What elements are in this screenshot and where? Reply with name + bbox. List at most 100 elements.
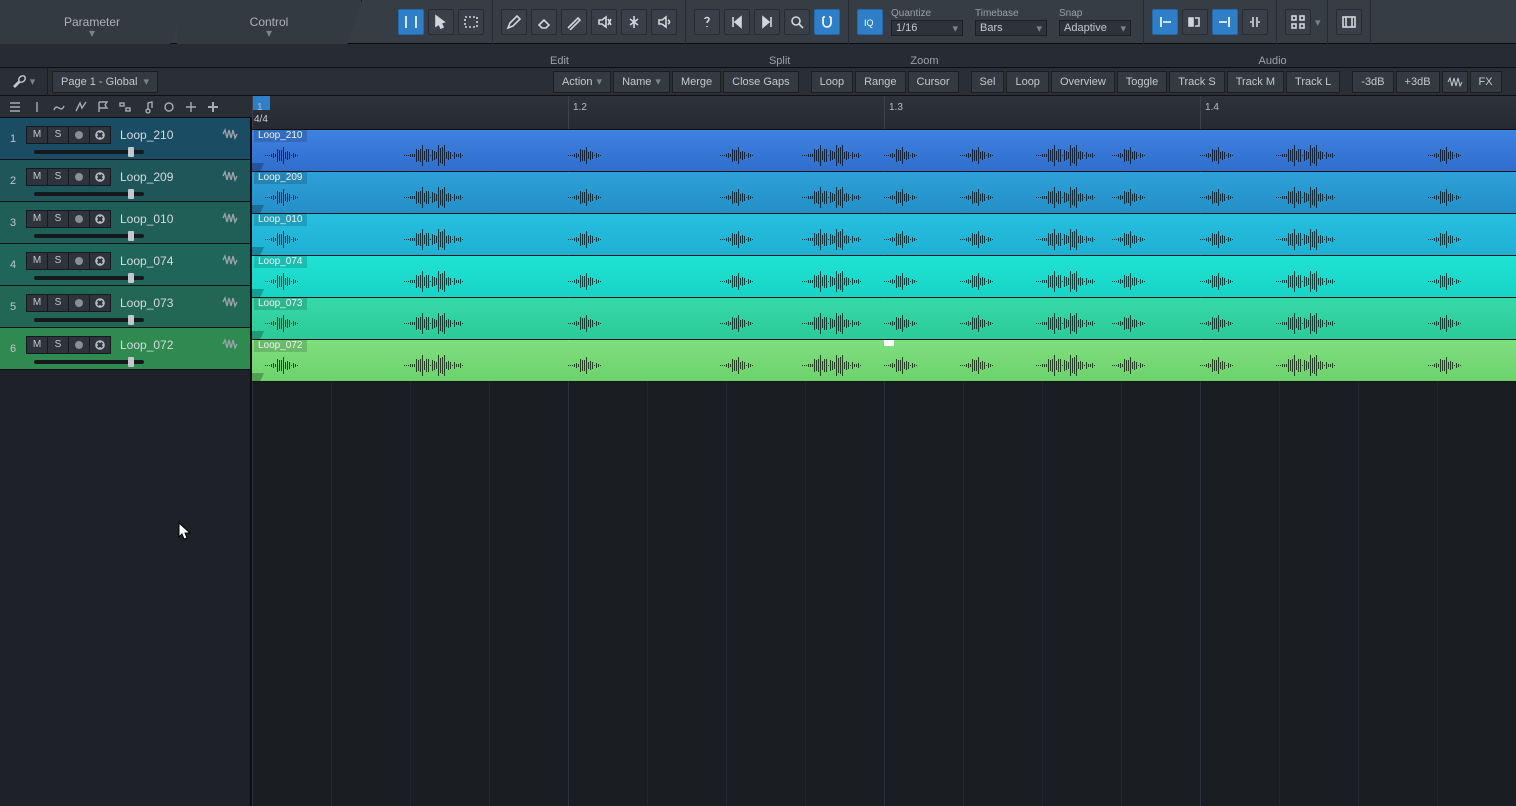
automation-icon[interactable] xyxy=(48,98,70,116)
tool-iq-button[interactable]: IQ xyxy=(857,9,883,35)
solo-button[interactable]: S xyxy=(47,126,69,144)
track-row[interactable]: 2MSLoop_209 xyxy=(0,160,250,202)
audio-fx-btn[interactable]: FX xyxy=(1470,71,1502,93)
mute-button[interactable]: M xyxy=(26,168,48,186)
mute-button[interactable]: M xyxy=(26,210,48,228)
monitor-button[interactable] xyxy=(89,210,111,228)
quantize-dropdown[interactable]: Quantize 1/16▾ xyxy=(885,0,969,44)
tool-skip-start[interactable] xyxy=(724,9,750,35)
circle-icon[interactable] xyxy=(158,98,180,116)
audio-clip[interactable]: Loop_072 xyxy=(252,340,1516,381)
track-name[interactable]: Loop_072 xyxy=(120,338,173,352)
tab-control[interactable]: Control ▾ xyxy=(177,0,362,44)
zoom-loop-btn[interactable]: Loop xyxy=(1006,71,1048,93)
track-fader[interactable] xyxy=(34,276,144,280)
track-row[interactable]: 6MSLoop_072 xyxy=(0,328,250,370)
record-arm-button[interactable] xyxy=(68,336,90,354)
list-icon[interactable] xyxy=(4,98,26,116)
clip-lane[interactable]: Loop_072 xyxy=(252,340,1516,382)
tool-split[interactable] xyxy=(621,9,647,35)
action-btn[interactable]: Action▾ xyxy=(553,71,611,93)
monitor-button[interactable] xyxy=(89,168,111,186)
track-fader[interactable] xyxy=(34,192,144,196)
zoom-overview-btn[interactable]: Overview xyxy=(1051,71,1115,93)
envelope-icon[interactable] xyxy=(70,98,92,116)
split-range-btn[interactable]: Range xyxy=(855,71,905,93)
track-fader[interactable] xyxy=(34,150,144,154)
record-arm-button[interactable] xyxy=(68,168,90,186)
record-arm-button[interactable] xyxy=(68,294,90,312)
track-fader[interactable] xyxy=(34,234,144,238)
tool-pencil[interactable] xyxy=(501,9,527,35)
split-loop-btn[interactable]: Loop xyxy=(811,71,853,93)
tool-skip-end[interactable] xyxy=(754,9,780,35)
tool-mute[interactable] xyxy=(591,9,617,35)
audio-clip[interactable]: Loop_209 xyxy=(252,172,1516,213)
flag-icon[interactable] xyxy=(92,98,114,116)
track-name[interactable]: Loop_210 xyxy=(120,128,173,142)
audio-clip[interactable]: Loop_074 xyxy=(252,256,1516,297)
monitor-button[interactable] xyxy=(89,294,111,312)
clip-lane[interactable]: Loop_074 xyxy=(252,256,1516,298)
track-row[interactable]: 1MSLoop_210 xyxy=(0,118,250,160)
clip-lane[interactable]: Loop_210 xyxy=(252,130,1516,172)
clip-lane[interactable]: Loop_010 xyxy=(252,214,1516,256)
tool-listen[interactable] xyxy=(651,9,677,35)
zoom-toggle-btn[interactable]: Toggle xyxy=(1117,71,1167,93)
name-btn[interactable]: Name▾ xyxy=(613,71,670,93)
solo-button[interactable]: S xyxy=(47,336,69,354)
tool-help-icon[interactable] xyxy=(694,9,720,35)
zoom-trackm-btn[interactable]: Track M xyxy=(1227,71,1284,93)
audio-clip[interactable]: Loop_210 xyxy=(252,130,1516,171)
mute-button[interactable]: M xyxy=(26,126,48,144)
audio-minus3-btn[interactable]: -3dB xyxy=(1352,71,1393,93)
monitor-button[interactable] xyxy=(89,252,111,270)
monitor-button[interactable] xyxy=(89,336,111,354)
tool-autoscroll-off[interactable] xyxy=(1242,9,1268,35)
tool-arrow[interactable] xyxy=(428,9,454,35)
mute-button[interactable]: M xyxy=(26,336,48,354)
track-row[interactable]: 5MSLoop_073 xyxy=(0,286,250,328)
tab-parameter[interactable]: Parameter ▾ xyxy=(0,0,185,44)
tool-marquee[interactable] xyxy=(458,9,484,35)
track-name[interactable]: Loop_209 xyxy=(120,170,173,184)
tool-autoscroll-cursor[interactable] xyxy=(1212,9,1238,35)
track-row[interactable]: 4MSLoop_074 xyxy=(0,244,250,286)
tool-grid-icon[interactable] xyxy=(1285,9,1311,35)
arranger-lane-area[interactable]: 4/4 11.21.31.4 Loop_210Loop_209Loop_010L… xyxy=(252,96,1516,806)
record-arm-button[interactable] xyxy=(68,252,90,270)
tool-paint[interactable] xyxy=(561,9,587,35)
arrows-icon[interactable] xyxy=(180,98,202,116)
track-row[interactable]: 3MSLoop_010 xyxy=(0,202,250,244)
record-arm-button[interactable] xyxy=(68,126,90,144)
audio-clip[interactable]: Loop_073 xyxy=(252,298,1516,339)
tool-zoom-icon[interactable] xyxy=(784,9,810,35)
tool-range[interactable] xyxy=(398,9,424,35)
record-arm-button[interactable] xyxy=(68,210,90,228)
page-selector[interactable]: Page 1 - Global▾ xyxy=(52,71,158,93)
plus-icon[interactable] xyxy=(202,98,224,116)
split-cursor-btn[interactable]: Cursor xyxy=(908,71,959,93)
close-gaps-btn[interactable]: Close Gaps xyxy=(723,71,798,93)
audio-clip[interactable]: Loop_010 xyxy=(252,214,1516,255)
monitor-button[interactable] xyxy=(89,126,111,144)
track-name[interactable]: Loop_010 xyxy=(120,212,173,226)
zoom-tracks-btn[interactable]: Track S xyxy=(1169,71,1225,93)
timeline-ruler[interactable]: 4/4 11.21.31.4 xyxy=(252,96,1516,130)
note-icon[interactable] xyxy=(136,98,158,116)
audio-wave-icon[interactable] xyxy=(1442,71,1468,93)
chevron-down-icon[interactable]: ▾ xyxy=(1315,16,1321,29)
zoom-sel-btn[interactable]: Sel xyxy=(971,71,1005,93)
zoom-trackl-btn[interactable]: Track L xyxy=(1286,71,1340,93)
marker-icon[interactable] xyxy=(26,98,48,116)
mute-button[interactable]: M xyxy=(26,252,48,270)
audio-plus3-btn[interactable]: +3dB xyxy=(1396,71,1440,93)
clip-lane[interactable]: Loop_209 xyxy=(252,172,1516,214)
tool-autoscroll-mid[interactable] xyxy=(1182,9,1208,35)
tool-autoscroll-start[interactable] xyxy=(1152,9,1178,35)
solo-button[interactable]: S xyxy=(47,294,69,312)
track-fader[interactable] xyxy=(34,318,144,322)
solo-button[interactable]: S xyxy=(47,210,69,228)
clip-lane[interactable]: Loop_073 xyxy=(252,298,1516,340)
track-fader[interactable] xyxy=(34,360,144,364)
